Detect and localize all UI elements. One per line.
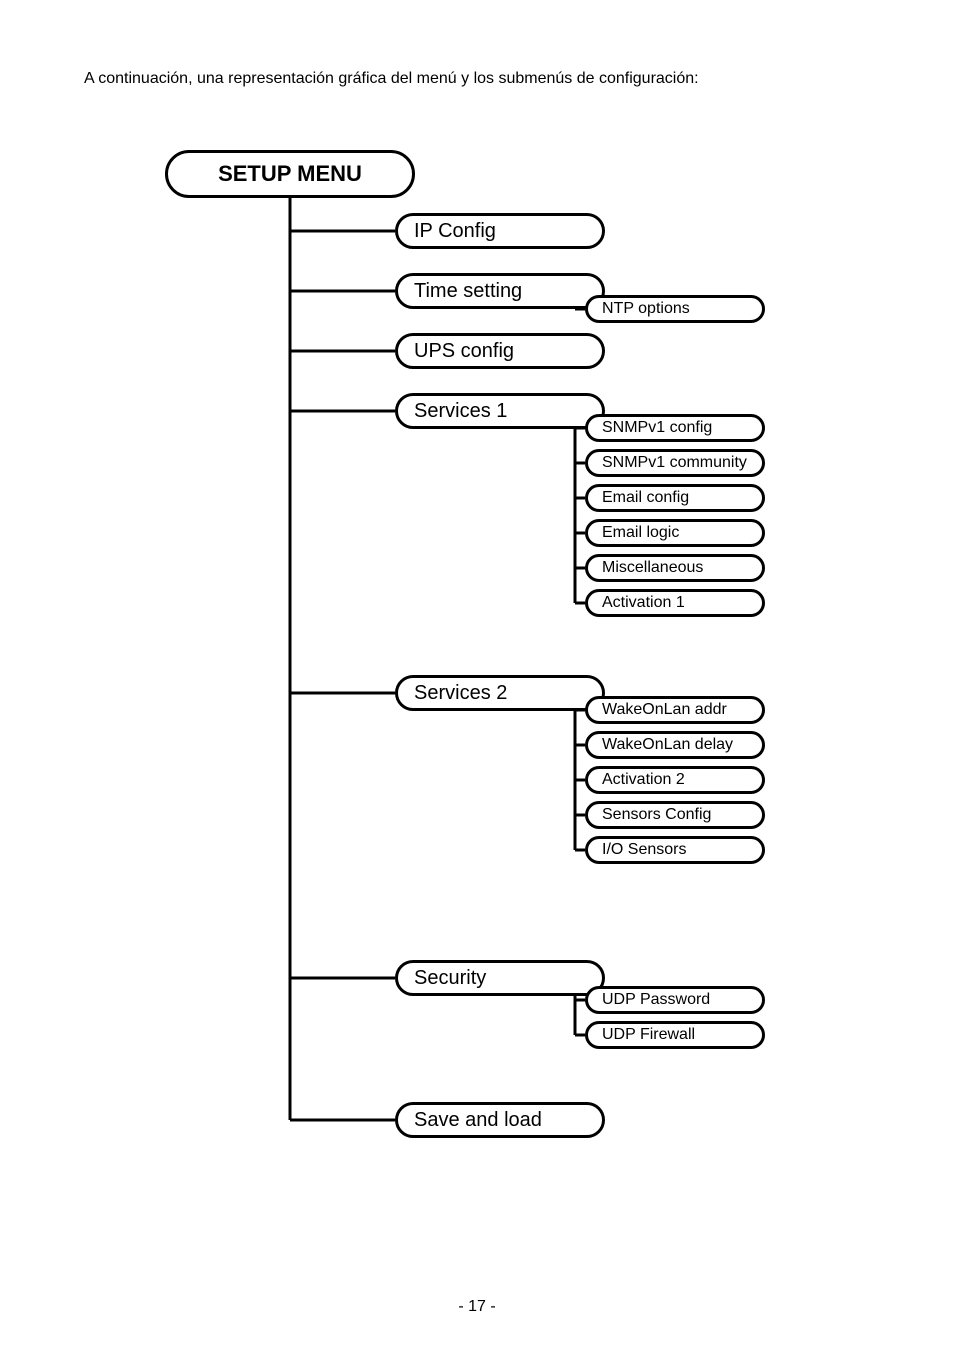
node-activation-1: Activation 1 — [585, 589, 765, 617]
node-label: Save and load — [414, 1109, 542, 1132]
node-label: SNMPv1 community — [602, 454, 747, 472]
node-setup-menu: SETUP MENU — [165, 150, 415, 198]
node-label: IP Config — [414, 220, 496, 243]
node-label: Security — [414, 967, 486, 990]
node-udp-firewall: UDP Firewall — [585, 1021, 765, 1049]
node-snmpv1-community: SNMPv1 community — [585, 449, 765, 477]
node-label: Services 2 — [414, 682, 507, 705]
node-save-and-load: Save and load — [395, 1102, 605, 1138]
intro-text: A continuación, una representación gráfi… — [84, 70, 699, 88]
node-label: Activation 1 — [602, 594, 685, 612]
node-ups-config: UPS config — [395, 333, 605, 369]
node-label: WakeOnLan addr — [602, 701, 727, 719]
node-label: Email logic — [602, 524, 679, 542]
node-udp-password: UDP Password — [585, 986, 765, 1014]
node-miscellaneous: Miscellaneous — [585, 554, 765, 582]
node-label: UPS config — [414, 340, 514, 363]
node-label: Sensors Config — [602, 806, 711, 824]
node-label: Email config — [602, 489, 689, 507]
node-label: Services 1 — [414, 400, 507, 423]
node-label: I/O Sensors — [602, 841, 686, 859]
node-ntp-options: NTP options — [585, 295, 765, 323]
node-wakeonlan-addr: WakeOnLan addr — [585, 696, 765, 724]
node-wakeonlan-delay: WakeOnLan delay — [585, 731, 765, 759]
node-label: Miscellaneous — [602, 559, 703, 577]
node-services-1: Services 1 — [395, 393, 605, 429]
node-sensors-config: Sensors Config — [585, 801, 765, 829]
page: A continuación, una representación gráfi… — [0, 0, 954, 1350]
node-label: NTP options — [602, 300, 690, 318]
node-io-sensors: I/O Sensors — [585, 836, 765, 864]
node-security: Security — [395, 960, 605, 996]
page-number: - 17 - — [0, 1298, 954, 1316]
node-label: WakeOnLan delay — [602, 736, 733, 754]
node-label: UDP Password — [602, 991, 710, 1009]
node-snmpv1-config: SNMPv1 config — [585, 414, 765, 442]
node-services-2: Services 2 — [395, 675, 605, 711]
node-label: UDP Firewall — [602, 1026, 695, 1044]
node-label: Time setting — [414, 280, 522, 303]
node-email-logic: Email logic — [585, 519, 765, 547]
node-label: Activation 2 — [602, 771, 685, 789]
node-label: SNMPv1 config — [602, 419, 712, 437]
node-ip-config: IP Config — [395, 213, 605, 249]
node-email-config: Email config — [585, 484, 765, 512]
node-activation-2: Activation 2 — [585, 766, 765, 794]
node-time-setting: Time setting — [395, 273, 605, 309]
node-label: SETUP MENU — [218, 161, 362, 187]
